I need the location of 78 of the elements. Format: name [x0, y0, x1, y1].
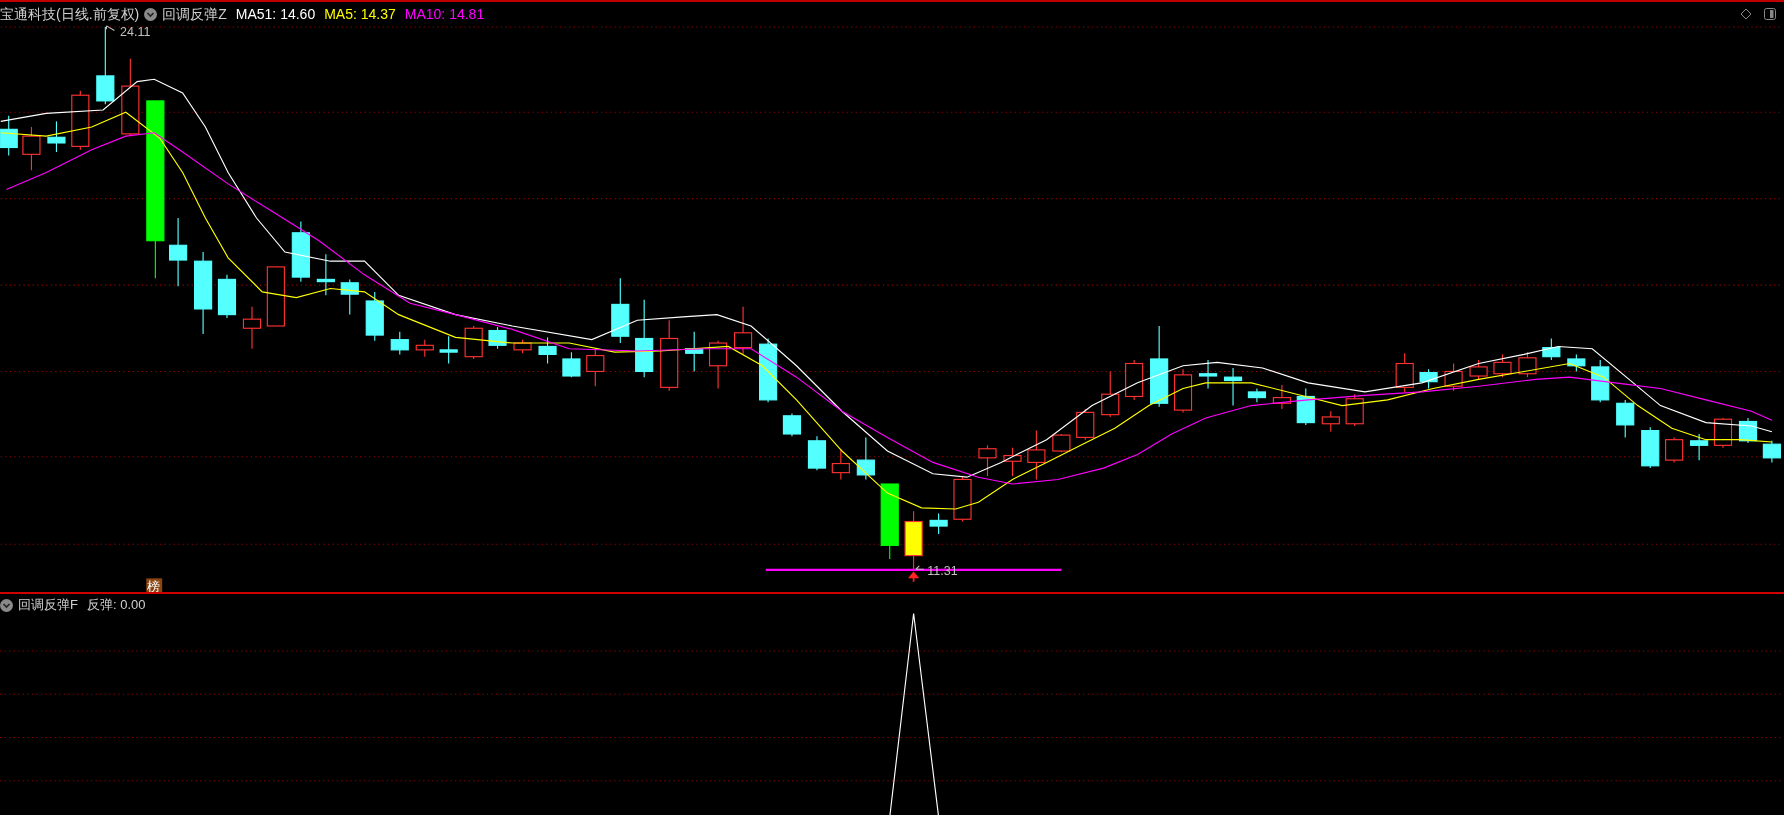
candlestick — [1125, 359, 1144, 401]
candlestick — [488, 326, 507, 350]
candlestick — [562, 351, 581, 378]
candlestick — [47, 120, 66, 153]
candlestick — [733, 306, 753, 355]
candlestick — [1395, 352, 1414, 393]
candlestick — [807, 435, 827, 471]
candlestick — [1076, 408, 1095, 441]
candlestick — [365, 291, 384, 342]
candlestick — [1296, 387, 1315, 426]
candlestick — [340, 278, 359, 316]
indicator-value: MA10: 14.81 — [404, 4, 485, 24]
candlestick — [904, 510, 923, 570]
candlestick — [538, 336, 557, 365]
candlestick — [513, 339, 532, 354]
candlestick — [782, 412, 802, 437]
panel-toggle-icon[interactable] — [1764, 8, 1776, 20]
candlestick — [1419, 368, 1438, 390]
candlestick — [953, 476, 972, 523]
candlestick — [415, 339, 434, 358]
candlestick — [266, 266, 285, 327]
candlestick — [1027, 430, 1046, 481]
dropdown-icon[interactable] — [0, 598, 13, 612]
low-marker-icon — [907, 571, 920, 583]
candlestick — [831, 448, 850, 481]
candlestick — [1444, 362, 1463, 392]
candlestick — [464, 325, 483, 360]
candlestick — [1518, 351, 1537, 378]
candlestick — [1567, 353, 1586, 373]
pointer-icon — [105, 25, 115, 31]
candlestick — [1690, 433, 1709, 461]
candlestick — [1345, 393, 1364, 427]
dropdown-icon[interactable] — [144, 7, 158, 21]
candlestick — [217, 274, 237, 319]
indicator-name: 回调反弹Z — [162, 4, 227, 24]
candlestick — [1052, 433, 1071, 453]
stock-title: 宝通科技(日线.前复权) — [0, 4, 140, 24]
candlestick — [1665, 436, 1684, 463]
candlestick — [1198, 359, 1218, 390]
candlestick — [1616, 399, 1635, 438]
candlestick — [291, 220, 310, 283]
candlestick — [1542, 337, 1561, 361]
candlestick — [611, 277, 630, 344]
indicator-value: MA5: 14.37 — [324, 4, 396, 24]
candlestick — [242, 306, 262, 350]
candlestick — [1738, 417, 1758, 444]
candlestick — [1247, 387, 1266, 403]
pointer-icon — [915, 565, 925, 570]
candlestick — [1493, 353, 1512, 378]
candlestick — [390, 331, 409, 355]
indicator-name: 回调反弹F — [18, 596, 78, 615]
candlestick — [586, 348, 605, 387]
candlestick — [978, 444, 997, 477]
candlestick — [71, 90, 90, 151]
candlestick — [1101, 370, 1120, 418]
candlestick — [1641, 426, 1660, 469]
high-price-label: 24.11 — [120, 25, 151, 40]
candlestick — [1469, 359, 1488, 380]
candlestick — [759, 337, 778, 403]
candlestick — [685, 331, 704, 373]
diamond-icon[interactable] — [1740, 8, 1752, 20]
candlestick — [1003, 447, 1022, 477]
candlestick — [1272, 384, 1291, 410]
indicator-value: MA51: 14.60 — [235, 4, 316, 24]
candlestick — [1223, 367, 1243, 407]
candlestick — [22, 126, 41, 171]
candlestick — [1762, 440, 1781, 463]
candlestick — [1591, 359, 1610, 403]
candlestick — [169, 217, 188, 287]
candlestick — [929, 513, 948, 535]
candlestick — [856, 436, 875, 481]
candlestick — [316, 253, 335, 296]
candlestick — [1321, 410, 1340, 433]
candlestick — [439, 335, 458, 365]
indicator-value: 反弹: 0.00 — [86, 596, 146, 615]
candlestick — [708, 340, 728, 390]
candlestick — [0, 115, 18, 157]
candlestick — [1173, 368, 1193, 413]
